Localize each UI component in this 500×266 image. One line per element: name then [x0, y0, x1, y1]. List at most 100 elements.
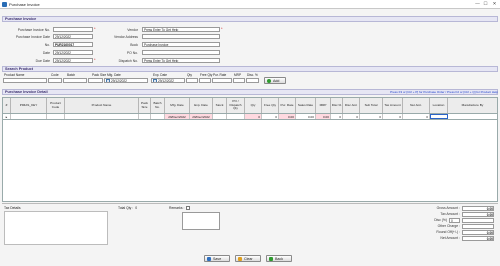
col-header[interactable]: Sales Rate: [296, 98, 316, 113]
cell-sales-rate[interactable]: 0.00: [296, 114, 316, 119]
col-header[interactable]: Pack Size: [139, 98, 151, 113]
cell-disc[interactable]: 0: [331, 114, 343, 119]
pack-size-input[interactable]: [88, 78, 103, 83]
col-header[interactable]: Disc Amt: [343, 98, 360, 113]
col-header[interactable]: Stock: [213, 98, 227, 113]
grid-column-header: # PIMAS_KEY Product Code Product Name Pa…: [2, 97, 498, 114]
col-header[interactable]: MRP: [316, 98, 331, 113]
tax-details-grid[interactable]: [4, 211, 108, 245]
search-section-header: Search Product: [2, 66, 498, 72]
net-amount-value[interactable]: 0.00: [462, 235, 494, 241]
col-header[interactable]: Location: [430, 98, 448, 113]
other-charge-input[interactable]: [462, 223, 494, 229]
vendor-input[interactable]: Press Enter To Get Help: [142, 27, 220, 32]
col-header[interactable]: Product Code: [47, 98, 65, 113]
round-off-value[interactable]: 0.00: [462, 229, 494, 235]
net-amount-label: Net Amount :: [440, 236, 460, 240]
minimize-button[interactable]: —: [474, 1, 481, 7]
remarks-checkbox[interactable]: [186, 206, 191, 210]
other-charge-label: Other Charge :: [437, 224, 460, 228]
disc-input[interactable]: [246, 78, 259, 83]
cell-mfg-date[interactable]: 29/Dec/2022: [165, 114, 190, 119]
disc-percent-value[interactable]: 0: [449, 217, 460, 223]
total-qty-label: Total Qty :: [118, 206, 134, 210]
cell-location[interactable]: [430, 114, 448, 119]
vendor-address-label: Vendor Address: [114, 35, 138, 39]
cell-stock[interactable]: [213, 114, 227, 119]
col-header[interactable]: Batch No.: [151, 98, 165, 113]
col-header[interactable]: PIMAS_KEY: [11, 98, 47, 113]
cell-pur-rate[interactable]: 0.00: [279, 114, 296, 119]
cell-manufacture-by[interactable]: [448, 114, 497, 119]
clear-button[interactable]: Clear: [235, 255, 261, 262]
col-header[interactable]: PO / Dispatch Qty: [227, 98, 245, 113]
save-button[interactable]: Save: [204, 255, 230, 262]
cell-pimas-key[interactable]: [11, 114, 47, 119]
cell-pack-size[interactable]: [139, 114, 151, 119]
close-button[interactable]: ✕: [491, 1, 498, 7]
batch-input[interactable]: [63, 78, 87, 83]
date-input[interactable]: 29/12/2022: [53, 50, 93, 55]
product-name-label: Product Name: [4, 73, 25, 77]
invoice-date-input[interactable]: 29/12/2022: [53, 34, 93, 39]
disc-percent-label: Disc (%): [434, 218, 447, 222]
col-header[interactable]: Net Amt.: [403, 98, 430, 113]
gross-amount-value[interactable]: 0.00: [462, 205, 494, 211]
cell-mrp[interactable]: 0.00: [316, 114, 331, 119]
pur-rate-input[interactable]: [212, 78, 232, 83]
cell-batch-no[interactable]: [151, 114, 165, 119]
vendor-address-input[interactable]: [142, 34, 220, 39]
col-header[interactable]: Free Qty: [262, 98, 279, 113]
col-header[interactable]: Qty: [245, 98, 262, 113]
col-header[interactable]: #: [3, 98, 11, 113]
tax-amount-value[interactable]: 0.00: [462, 211, 494, 217]
cell-sub-total[interactable]: 0: [360, 114, 383, 119]
no-label: No.: [44, 43, 50, 47]
dispatch-no-input[interactable]: Press Enter To Get Help: [142, 58, 220, 63]
cell-po-qty[interactable]: [227, 114, 245, 119]
add-button[interactable]: Add: [264, 77, 286, 84]
col-header[interactable]: Product Name: [65, 98, 139, 113]
round-off-label: Round Off(+/-) :: [436, 230, 460, 234]
col-header[interactable]: Manufacture By: [448, 98, 497, 113]
col-header[interactable]: Mfg. Date: [165, 98, 190, 113]
col-header[interactable]: Disc.%: [331, 98, 343, 113]
back-arrow-icon: [269, 256, 273, 261]
total-qty-value: 0: [135, 206, 138, 210]
cell-free-qty[interactable]: 0: [262, 114, 279, 119]
invoice-date-label: Purchase Invoice Date: [15, 35, 50, 39]
code-input[interactable]: [48, 78, 62, 83]
exp-date-picker[interactable]: 29/12/2022: [151, 78, 185, 83]
remarks-textarea[interactable]: [182, 212, 220, 230]
col-header[interactable]: Pur. Rate: [279, 98, 296, 113]
mfg-date-picker[interactable]: 29/12/2022: [104, 78, 148, 83]
no-input[interactable]: PUR2160017: [53, 42, 93, 47]
back-button[interactable]: Back: [266, 255, 292, 262]
detail-section-title: Purchase Invoice Detail: [5, 90, 48, 94]
po-no-input[interactable]: [142, 50, 220, 55]
book-input[interactable]: Purchase Invoice: [142, 42, 220, 47]
cell-net-amt[interactable]: 0: [403, 114, 430, 119]
cell-exp-date[interactable]: 29/Dec/2022: [190, 114, 213, 119]
col-header[interactable]: Sub Total: [360, 98, 383, 113]
invoice-no-input[interactable]: [53, 27, 93, 32]
due-date-input[interactable]: 29/12/2022: [53, 58, 93, 63]
help-shortcut-text: Press F3 or [Ctrl + P] for Purchase Orde…: [390, 90, 498, 94]
cell-tax-amount[interactable]: 0: [383, 114, 403, 119]
cell-disc-amt[interactable]: 0: [343, 114, 360, 119]
cell-product-code[interactable]: [47, 114, 65, 119]
cell-product-name[interactable]: [65, 114, 139, 119]
required-marker: *: [94, 26, 96, 31]
calendar-icon: [106, 79, 110, 82]
grid-empty-area[interactable]: [2, 120, 498, 202]
qty-input[interactable]: [186, 78, 198, 83]
col-header[interactable]: Tax Amount: [383, 98, 403, 113]
maximize-button[interactable]: ☐: [482, 1, 489, 7]
col-header[interactable]: Exp. Date: [190, 98, 213, 113]
disc-label: Disc. %: [247, 73, 258, 77]
mrp-input[interactable]: [233, 78, 245, 83]
product-name-input[interactable]: [3, 78, 47, 83]
cell-qty[interactable]: 0: [245, 114, 262, 119]
free-qty-input[interactable]: [199, 78, 211, 83]
disc-amount-input[interactable]: [462, 217, 494, 223]
